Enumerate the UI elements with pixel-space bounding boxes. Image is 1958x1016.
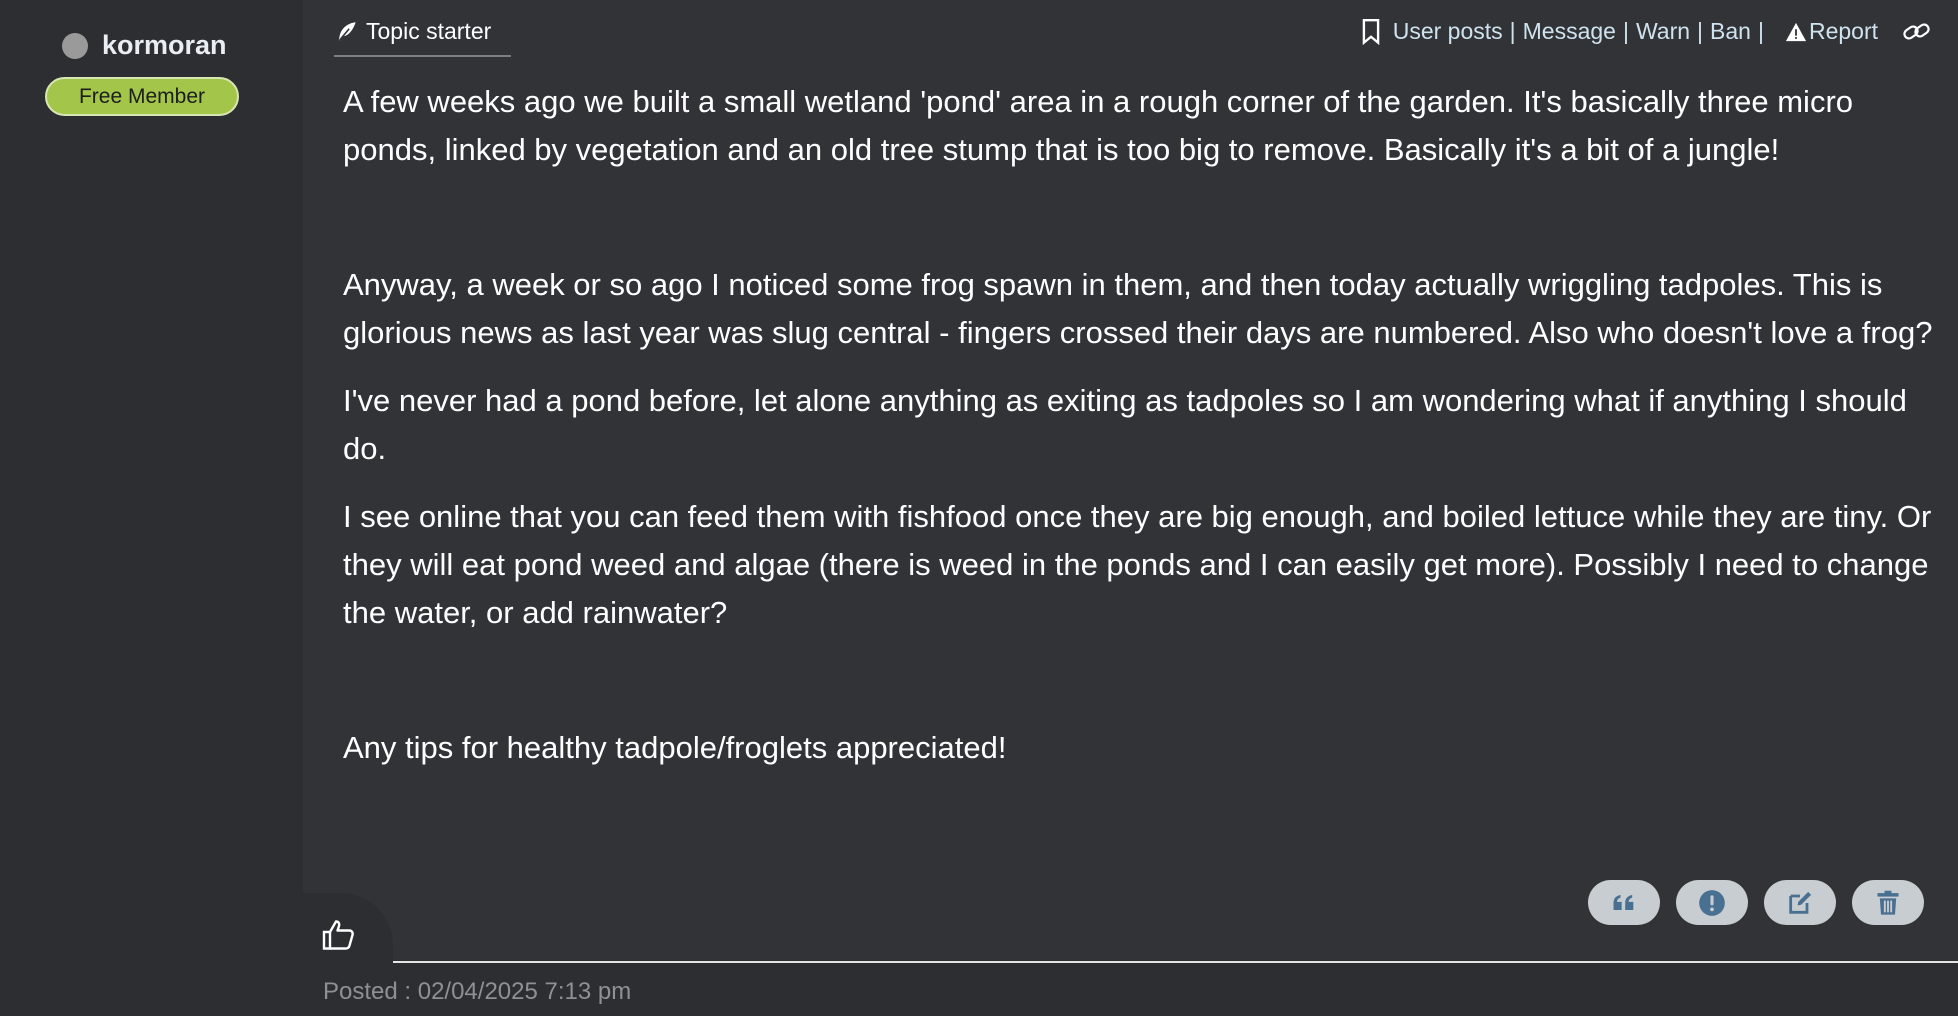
separator: | (1757, 18, 1764, 44)
posted-timestamp: Posted : 02/04/2025 7:13 pm (323, 978, 632, 1005)
post-content: Topic starter User posts | Message | War… (303, 0, 1958, 960)
post-paragraph: A few weeks ago we built a small wetland… (343, 84, 1854, 167)
thumbs-up-icon (322, 920, 354, 950)
report-link[interactable]: Report (1809, 18, 1878, 45)
user-posts-link[interactable]: User posts (1393, 18, 1503, 45)
post-paragraph: I've never had a pond before, let alone … (343, 383, 1907, 466)
topic-starter-tag: Topic starter (334, 18, 512, 57)
separator: | (1697, 18, 1704, 44)
post-actions-bar: User posts | Message | Warn | Ban | Repo… (1361, 18, 1932, 45)
warn-link[interactable]: Warn (1636, 18, 1690, 45)
flag-button[interactable] (1676, 880, 1748, 925)
edit-button[interactable] (1764, 880, 1836, 925)
quote-button[interactable] (1588, 880, 1660, 925)
member-badge: Free Member (45, 77, 239, 116)
author-panel: kormoran Free Member (0, 0, 303, 1016)
footer-divider (393, 961, 1958, 963)
delete-button[interactable] (1852, 880, 1924, 925)
post-body: A few weeks ago we built a small wetland… (343, 78, 1933, 792)
edit-icon (1789, 891, 1812, 914)
message-link[interactable]: Message (1523, 18, 1616, 45)
separator: | (1509, 18, 1516, 44)
ban-link[interactable]: Ban (1710, 18, 1751, 45)
separator: | (1622, 18, 1629, 44)
post-paragraph: Anyway, a week or so ago I noticed some … (343, 267, 1933, 350)
trash-icon (1877, 890, 1899, 915)
warning-triangle-icon[interactable] (1785, 21, 1807, 43)
author-row: kormoran (62, 30, 227, 61)
exclamation-circle-icon (1699, 889, 1725, 916)
feather-icon (337, 21, 356, 42)
post-paragraph: Any tips for healthy tadpole/froglets ap… (343, 730, 1007, 765)
forum-post-page: kormoran Free Member Topic starter User … (0, 0, 1958, 1016)
author-name[interactable]: kormoran (102, 30, 227, 61)
topic-starter-label: Topic starter (366, 18, 492, 44)
post-button-row (1572, 880, 1924, 925)
post-paragraph: I see online that you can feed them with… (343, 499, 1932, 630)
online-status-dot (62, 32, 88, 59)
quote-icon (1613, 894, 1634, 910)
link-icon[interactable] (1902, 19, 1932, 45)
bookmark-icon[interactable] (1361, 18, 1381, 45)
